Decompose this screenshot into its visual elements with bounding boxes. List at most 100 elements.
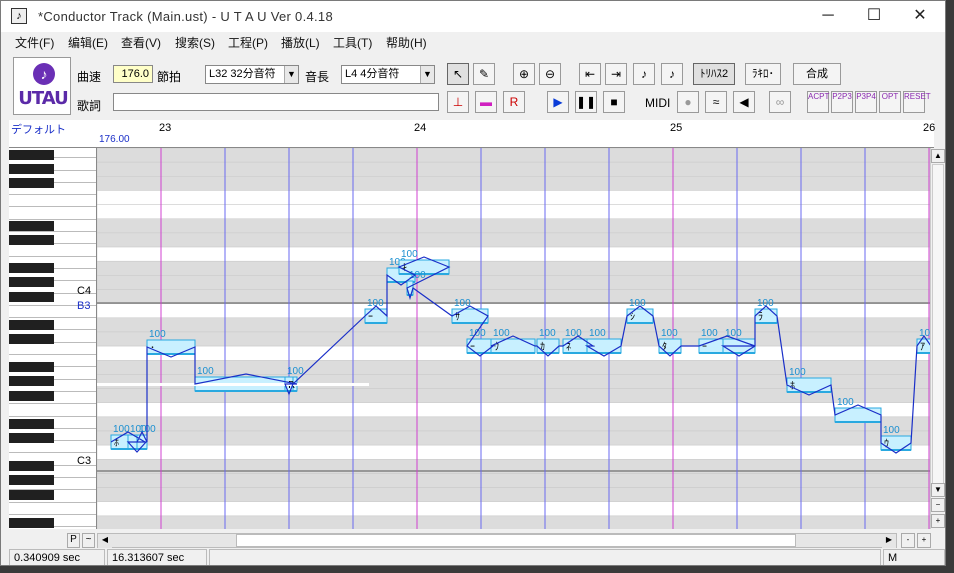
piano-key-black[interactable] — [9, 319, 54, 330]
lyric-input[interactable] — [113, 93, 439, 111]
menu-help[interactable]: 帮助(H) — [386, 34, 427, 51]
rest-note-icon[interactable]: ▬ — [475, 91, 497, 113]
metronome-icon[interactable]: ≈ — [705, 91, 727, 113]
piano-key-black[interactable] — [9, 461, 54, 472]
cursor-time: 0.340909 sec — [9, 549, 105, 565]
close-button[interactable]: ✕ — [897, 1, 943, 32]
piano-key-black[interactable] — [9, 178, 54, 189]
piano-key-black[interactable] — [9, 418, 54, 429]
length-select[interactable]: L4 4分音符 ▼ — [341, 65, 435, 84]
zoom-minus-vertical[interactable]: − — [931, 498, 945, 512]
chevron-down-icon[interactable]: ▼ — [284, 66, 298, 83]
pause-icon[interactable]: ❚❚ — [575, 91, 597, 113]
plugin-opt-icon[interactable]: OPT — [879, 91, 901, 113]
note-lyric: ｰ — [726, 342, 731, 353]
select-tool-icon[interactable]: ↖ — [447, 63, 469, 85]
piano-key-black[interactable] — [9, 263, 54, 274]
piano-key-white[interactable] — [9, 208, 96, 220]
loop-icon[interactable]: ∞ — [769, 91, 791, 113]
piano-key-black[interactable] — [9, 234, 54, 245]
menu-project[interactable]: 工程(P) — [228, 34, 268, 51]
plugin-p3p4-icon[interactable]: P3P4 — [855, 91, 877, 113]
grid-row — [97, 218, 930, 234]
hscroll-thumb[interactable] — [236, 534, 796, 547]
note-velocity: 100 — [757, 298, 774, 309]
note-grid[interactable]: 100ﾎ100100100･100･100R100ｰ100100ｷ100100ｻ… — [97, 148, 930, 529]
zoom-in-icon[interactable]: ⊕ — [513, 63, 535, 85]
piano-key-black[interactable] — [9, 291, 54, 302]
play-icon[interactable]: ▶ — [547, 91, 569, 113]
plugin-acpt-icon[interactable]: ACPT — [807, 91, 829, 113]
vertical-scrollbar[interactable]: ▲ ▼ − + — [930, 148, 945, 529]
plugin-reset-icon[interactable]: RESET — [903, 91, 931, 113]
quantize-select[interactable]: L32 32分音符 ▼ — [205, 65, 299, 84]
scroll-left-icon[interactable]: ◀ — [98, 534, 112, 548]
piano-key-white[interactable] — [9, 195, 96, 208]
tempo-input[interactable]: 176.0 — [113, 65, 153, 83]
piano-key-black[interactable] — [9, 362, 54, 373]
stop-icon[interactable]: ■ — [603, 91, 625, 113]
vibrato-button[interactable]: ~ — [82, 533, 95, 548]
piano-key-white[interactable] — [9, 441, 96, 454]
piano-key-black[interactable] — [9, 220, 54, 231]
horizontal-scrollbar[interactable]: ◀ ▶ — [97, 533, 897, 548]
zoom-plus-vertical[interactable]: + — [931, 514, 945, 528]
scroll-down-icon[interactable]: ▼ — [931, 483, 945, 497]
next-note-icon[interactable]: ♪ — [661, 63, 683, 85]
status-message — [209, 549, 881, 565]
piano-key-white[interactable] — [9, 244, 96, 257]
piano-key-black[interactable] — [9, 390, 54, 401]
menu-edit[interactable]: 编辑(E) — [68, 34, 108, 51]
render-button[interactable]: 合成 — [793, 63, 841, 85]
note-canvas[interactable]: 100ﾎ100100100･100･100R100ｰ100100ｷ100100ｻ… — [97, 148, 930, 529]
piano-key-black[interactable] — [9, 164, 54, 175]
piano-key-black[interactable] — [9, 475, 54, 486]
tempo-label: 曲速 — [77, 70, 102, 84]
grid-row — [97, 289, 930, 304]
chevron-down-icon[interactable]: ▼ — [420, 66, 434, 83]
scroll-up-icon[interactable]: ▲ — [931, 149, 945, 163]
speaker-icon[interactable]: ◀ — [733, 91, 755, 113]
menu-search[interactable]: 搜索(S) — [175, 34, 215, 51]
measure-ruler[interactable]: 176.00 23 24 25 26 — [97, 120, 935, 148]
piano-key-black[interactable] — [9, 150, 54, 160]
note-velocity: 100 — [469, 328, 486, 339]
piano-roll-editor: デフォルト 176.00 23 24 25 26 C4 B3 C3 100 ﾎ 10… — [1, 120, 945, 529]
go-start-icon[interactable]: ⇤ — [579, 63, 601, 85]
piano-keyboard[interactable]: C4 B3 C3 — [9, 148, 97, 529]
piano-key-black[interactable] — [9, 517, 54, 528]
pitch-button[interactable]: P — [67, 533, 80, 548]
piano-key-white[interactable] — [9, 343, 96, 356]
record-button[interactable]: ﾗｷﾛ･ — [745, 63, 781, 85]
plugin-p2p3-icon[interactable]: P2P3 — [831, 91, 853, 113]
piano-key-white[interactable] — [9, 503, 96, 515]
insert-note-icon[interactable]: ⊥ — [447, 91, 469, 113]
zoom-minus-horizontal[interactable]: - — [901, 533, 915, 548]
zoom-out-icon[interactable]: ⊖ — [539, 63, 561, 85]
piano-key-black[interactable] — [9, 376, 54, 387]
piano-key-black[interactable] — [9, 489, 54, 500]
piano-key-black[interactable] — [9, 433, 54, 443]
bottom-bar: P ~ ◀ ▶ - + 0.340909 sec 16.313607 sec M — [1, 529, 945, 565]
preset-button[interactable]: ﾄﾘﾊｽ2 — [693, 63, 736, 85]
piano-key-black[interactable] — [9, 277, 54, 288]
piano-key-white[interactable] — [9, 404, 96, 417]
insert-rest-icon[interactable]: R — [503, 91, 525, 113]
pencil-tool-icon[interactable]: ✎ — [473, 63, 495, 85]
grid-row — [97, 275, 930, 290]
menu-file[interactable]: 文件(F) — [15, 34, 54, 51]
go-end-icon[interactable]: ⇥ — [605, 63, 627, 85]
scroll-right-icon[interactable]: ▶ — [882, 534, 896, 548]
note-lyric: ﾎ — [790, 380, 795, 392]
menu-tools[interactable]: 工具(T) — [333, 34, 372, 51]
prev-note-icon[interactable]: ♪ — [633, 63, 655, 85]
maximize-button[interactable]: ☐ — [851, 1, 897, 32]
grid-row — [97, 402, 930, 418]
minimize-button[interactable]: ─ — [805, 1, 851, 32]
piano-key-black[interactable] — [9, 333, 54, 344]
menu-play[interactable]: 播放(L) — [281, 34, 320, 51]
menu-view[interactable]: 查看(V) — [121, 34, 161, 51]
midi-record-icon[interactable]: ● — [677, 91, 699, 113]
scroll-thumb[interactable] — [932, 164, 944, 494]
zoom-plus-horizontal[interactable]: + — [917, 533, 931, 548]
